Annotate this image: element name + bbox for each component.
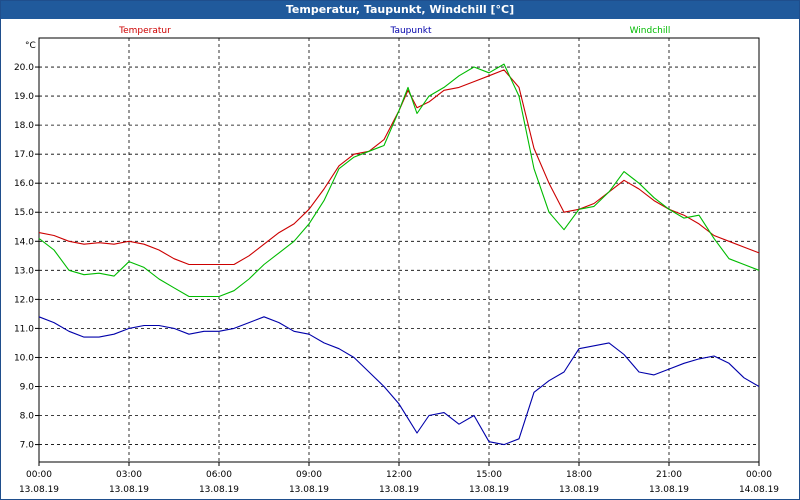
legend: Temperatur Taupunkt Windchill (118, 26, 670, 36)
x-tick-time-label: 18:00 (566, 470, 592, 480)
x-tick-time-label: 15:00 (476, 470, 502, 480)
x-tick-date-label: 13.08.19 (289, 485, 329, 495)
x-tick-date-label: 13.08.19 (379, 485, 419, 495)
x-tick-time-label: 06:00 (206, 470, 232, 480)
grid (39, 38, 759, 462)
y-tick-label: 15.0 (14, 208, 34, 218)
y-tick-label: 17.0 (14, 150, 34, 160)
x-tick-date-label: 14.08.19 (739, 485, 779, 495)
x-tick-time-label: 00:00 (26, 470, 52, 480)
x-tick-time-label: 09:00 (296, 470, 322, 480)
y-tick-label: 8.0 (20, 412, 35, 422)
x-tick-time-label: 03:00 (116, 470, 142, 480)
x-tick-time-label: 21:00 (656, 470, 682, 480)
x-tick-time-label: 00:00 (746, 470, 772, 480)
legend-entry-temperatur: Temperatur (118, 26, 171, 36)
legend-entry-taupunkt: Taupunkt (389, 26, 432, 36)
x-tick-time-label: 12:00 (386, 470, 412, 480)
x-tick-date-label: 13.08.19 (199, 485, 239, 495)
line-chart: 7.0 8.0 9.0 10.0 11.0 12.0 13.0 14.0 15.0 16.0 17.… (14, 26, 779, 495)
y-axis-label: °C (25, 41, 36, 51)
y-tick-label: 14.0 (14, 237, 34, 247)
y-tick-label: 12.0 (14, 295, 34, 305)
y-tick-label: 11.0 (14, 324, 34, 334)
x-tick-date-label: 13.08.19 (649, 485, 689, 495)
y-tick-label: 18.0 (14, 121, 34, 131)
y-tick-label: 20.0 (14, 63, 34, 73)
y-tick-label: 7.0 (20, 441, 35, 451)
x-tick-date-label: 13.08.19 (469, 485, 509, 495)
y-tick-label: 13.0 (14, 266, 34, 276)
x-tick-date-label: 13.08.19 (19, 485, 59, 495)
y-tick-label: 19.0 (14, 92, 34, 102)
x-tick-date-label: 13.08.19 (559, 485, 599, 495)
x-tick-date-label: 13.08.19 (109, 485, 149, 495)
legend-entry-windchill: Windchill (630, 26, 671, 36)
y-tick-label: 16.0 (14, 179, 34, 189)
y-tick-label: 10.0 (14, 353, 34, 363)
y-tick-label: 9.0 (20, 382, 35, 392)
